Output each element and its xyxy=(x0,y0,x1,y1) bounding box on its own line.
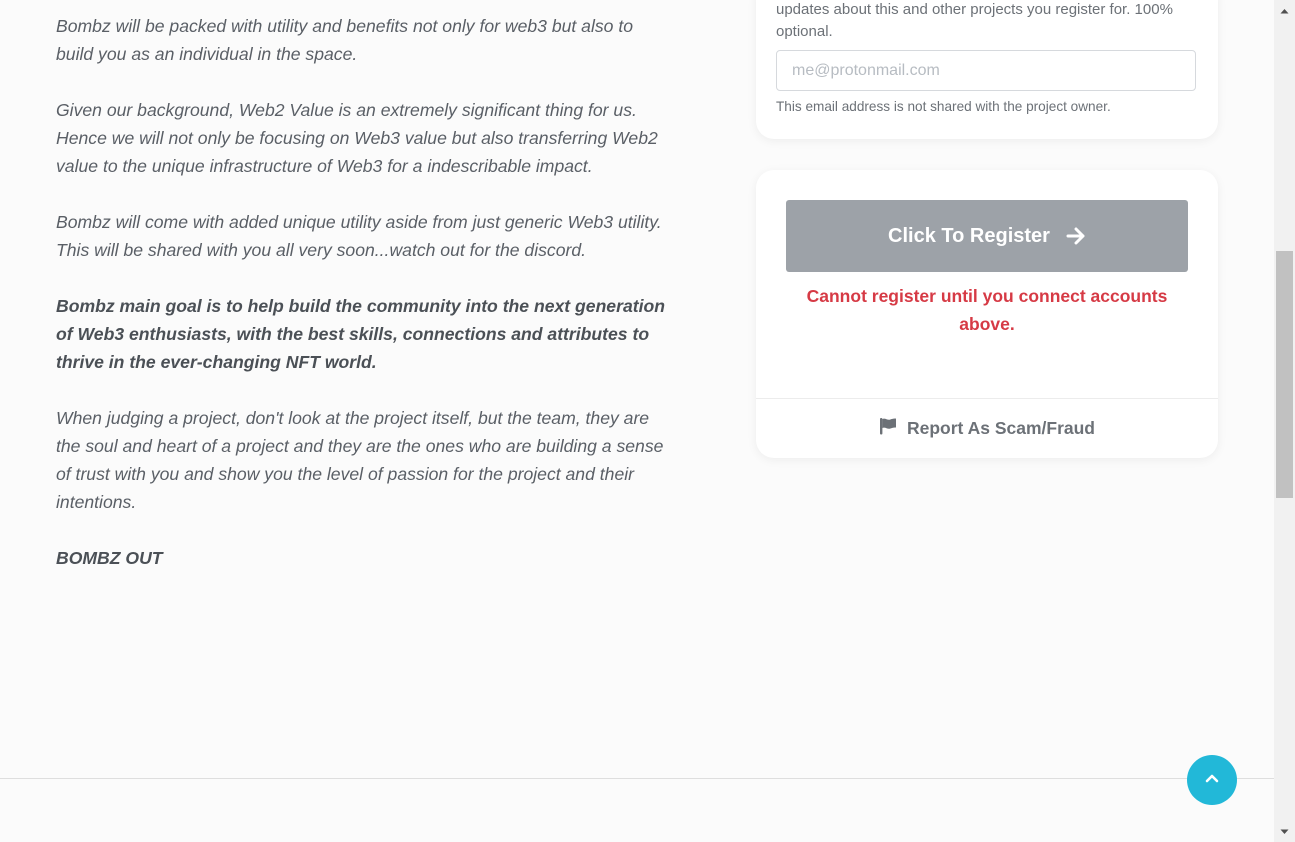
description-signoff: BOMBZ OUT xyxy=(56,548,163,568)
scroll-up-arrow-icon[interactable] xyxy=(1274,0,1295,21)
project-description: Bombz will be packed with utility and be… xyxy=(56,12,668,600)
register-error-message: Cannot register until you connect accoun… xyxy=(806,286,1168,334)
page: Bombz will be packed with utility and be… xyxy=(0,0,1295,842)
chevron-up-icon xyxy=(1204,771,1220,789)
report-scam-label: Report As Scam/Fraud xyxy=(906,417,1095,438)
register-button[interactable]: Click To Register xyxy=(786,200,1188,272)
flag-icon xyxy=(879,417,897,440)
email-card: updates about this and other projects yo… xyxy=(756,0,1218,139)
register-button-label: Click To Register xyxy=(888,224,1050,247)
email-privacy-hint: This email address is not shared with th… xyxy=(776,99,1111,114)
description-paragraph: When judging a project, don't look at th… xyxy=(56,408,664,512)
footer-divider xyxy=(0,778,1274,779)
scroll-to-top-button[interactable] xyxy=(1187,755,1237,805)
arrow-right-icon xyxy=(1066,227,1086,245)
email-field[interactable] xyxy=(776,50,1196,91)
description-paragraph: Bombz will come with added unique utilit… xyxy=(56,212,662,260)
register-card: Click To Register Cannot register until … xyxy=(756,170,1218,458)
report-scam-link[interactable]: Report As Scam/Fraud xyxy=(756,399,1218,457)
description-paragraph: Given our background, Web2 Value is an e… xyxy=(56,100,658,176)
email-intro-text: updates about this and other projects yo… xyxy=(776,1,1173,40)
description-paragraph: Bombz will be packed with utility and be… xyxy=(56,16,634,64)
description-paragraph-bold: Bombz main goal is to help build the com… xyxy=(56,296,665,372)
scrollbar-thumb[interactable] xyxy=(1276,251,1293,498)
scroll-down-arrow-icon[interactable] xyxy=(1274,821,1295,842)
vertical-scrollbar[interactable] xyxy=(1274,0,1295,842)
